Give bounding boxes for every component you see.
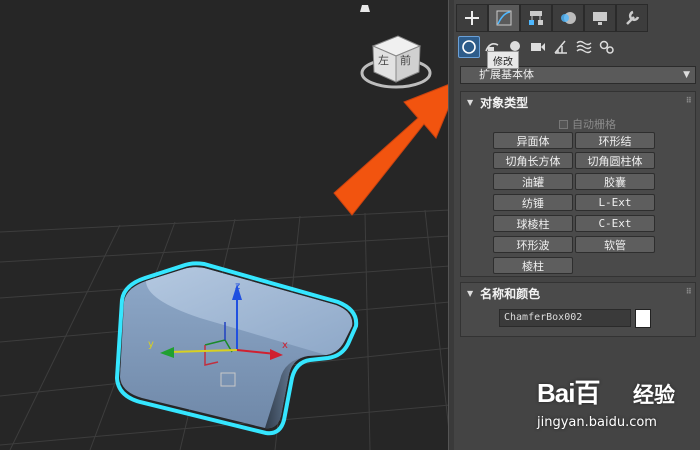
tab-motion[interactable] [552, 4, 584, 32]
cameras-icon [531, 43, 545, 51]
tab-modify[interactable] [488, 4, 520, 32]
chamfer-box-button[interactable]: 切角长方体 [493, 152, 573, 169]
collapse-triangle-icon: ▼ [467, 97, 474, 107]
tab-hierarchy[interactable] [520, 4, 552, 32]
tab-utilities[interactable] [616, 4, 648, 32]
rollout-object-type-title: 对象类型 [480, 95, 529, 110]
rollout-name-color-header[interactable]: ▼ 名称和颜色 ⠿ [461, 283, 695, 303]
oil-tank-button[interactable]: 油罐 [493, 173, 573, 190]
create-category-tabs [458, 36, 619, 60]
object-name-field[interactable]: ChamferBox002 [499, 309, 631, 327]
subtab-spacewarps[interactable] [573, 36, 595, 58]
gengon-button[interactable]: 球棱柱 [493, 215, 573, 232]
rollout-object-type-header[interactable]: ▼ 对象类型 ⠿ [461, 92, 695, 112]
autogrid-checkbox[interactable]: 自动栅格 [559, 116, 616, 132]
viewcube [360, 5, 432, 89]
rollout-grip-icon: ⠿ [685, 96, 692, 105]
rollout-grip-icon: ⠿ [685, 287, 692, 296]
tab-display[interactable] [584, 4, 616, 32]
viewcube-front-face[interactable]: 前 [400, 52, 411, 68]
prism-button[interactable]: 棱柱 [493, 257, 573, 274]
torus-knot-button[interactable]: 环形结 [575, 132, 655, 149]
command-panel-tabs [456, 4, 648, 32]
viewcube-left-face[interactable]: 左 [378, 52, 389, 68]
subtab-systems[interactable] [596, 36, 618, 58]
autogrid-label: 自动栅格 [572, 118, 616, 131]
dropdown-value: 扩展基本体 [479, 68, 534, 81]
motion-icon [561, 12, 576, 24]
subtab-cameras[interactable] [527, 36, 549, 58]
chevron-down-icon: ▼ [683, 70, 690, 80]
l-ext-button[interactable]: L-Ext [575, 194, 655, 211]
object-color-swatch[interactable] [635, 309, 651, 328]
hierarchy-icon [529, 11, 543, 25]
gizmo-y-label: y [148, 339, 154, 350]
wrench-icon [626, 10, 640, 25]
perspective-viewport[interactable]: x y z 左 前 [0, 0, 450, 450]
ringwave-button[interactable]: 环形波 [493, 236, 573, 253]
hedra-button[interactable]: 异面体 [493, 132, 573, 149]
gizmo-z-label: z [235, 281, 241, 292]
helpers-icon [554, 40, 567, 54]
watermark-url: jingyan.baidu.com [537, 415, 657, 430]
gizmo-x-label: x [282, 340, 288, 351]
subtab-helpers[interactable] [550, 36, 572, 58]
geometry-icon [462, 40, 476, 54]
rollout-name-color-title: 名称和颜色 [480, 286, 541, 301]
watermark-logo: Bai百 [537, 378, 600, 408]
modify-tooltip: 修改 [487, 51, 519, 69]
watermark-cn: 经验 [633, 383, 675, 407]
c-ext-button[interactable]: C-Ext [575, 215, 655, 232]
checkbox-box [559, 119, 568, 129]
spacewarps-icon [576, 40, 592, 54]
rollout-name-color: ▼ 名称和颜色 ⠿ ChamferBox002 [460, 282, 696, 337]
collapse-triangle-icon: ▼ [467, 288, 474, 298]
subtab-geometry[interactable] [458, 36, 480, 58]
display-monitor-icon [593, 12, 607, 25]
tab-create[interactable] [456, 4, 488, 32]
plus-icon [465, 11, 479, 25]
modify-curve-icon [496, 10, 512, 26]
baidu-jingyan-watermark: Bai百 经验 jingyan.baidu.com [535, 373, 695, 443]
chamfer-cyl-button[interactable]: 切角圆柱体 [575, 152, 655, 169]
orange-annotation-arrow [333, 83, 450, 216]
capsule-button[interactable]: 胶囊 [575, 173, 655, 190]
systems-icon [599, 40, 614, 54]
spindle-button[interactable]: 纺锤 [493, 194, 573, 211]
rollout-object-type: ▼ 对象类型 ⠿ 自动栅格 异面体 环形结 切角长方体 切角圆柱体 油罐 胶囊 … [460, 91, 696, 277]
hose-button[interactable]: 软管 [575, 236, 655, 253]
